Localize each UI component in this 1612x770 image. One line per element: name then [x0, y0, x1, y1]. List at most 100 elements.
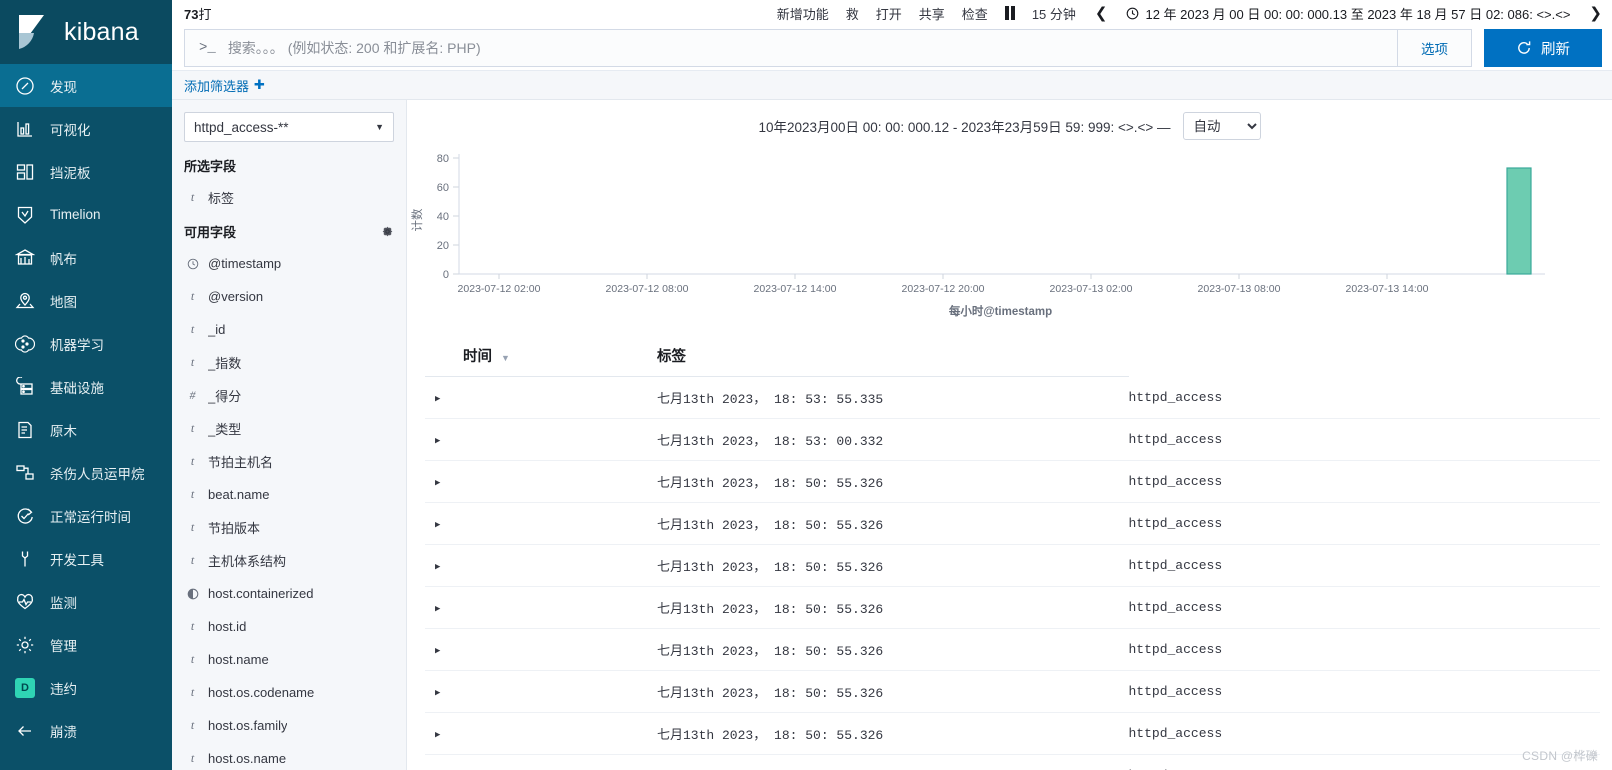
table-row[interactable]: ▶ 七月13th 2023， 18: 53: 00.332 httpd_acce… [425, 418, 1600, 461]
sidebar-item-logs[interactable]: 原木 [0, 408, 172, 451]
expand-cell[interactable]: ▶ [425, 628, 657, 671]
field-item-host-os-codename[interactable]: t host.os.codename [172, 676, 406, 709]
histogram-interval-select[interactable]: 自动 [1182, 112, 1261, 140]
table-row[interactable]: ▶ 七月13th 2023， 18: 50: 55.326 httpd_acce… [425, 670, 1600, 713]
sidebar-item-default-space[interactable]: D 违约 [0, 666, 172, 709]
sidebar-item-collapse[interactable]: 崩溃 [0, 709, 172, 752]
expand-cell[interactable]: ▶ [425, 418, 657, 461]
brand-header[interactable]: kibana [0, 0, 172, 64]
sidebar-item-maps[interactable]: 地图 [0, 279, 172, 322]
field-item-timestamp[interactable]: @timestamp [172, 247, 406, 280]
apm-icon [14, 462, 36, 484]
caret-right-icon[interactable]: ▶ [435, 646, 440, 656]
field-item-score[interactable]: # _得分 [172, 379, 406, 412]
field-item-tags[interactable]: t 标签 [172, 181, 406, 214]
expand-cell[interactable]: ▶ [425, 544, 657, 587]
sidebar-item-apm[interactable]: 杀伤人员运甲烷 [0, 451, 172, 494]
add-filter-button[interactable]: 添加筛选器 ✚ [184, 76, 265, 95]
sidebar-item-dev-tools[interactable]: 开发工具 [0, 537, 172, 580]
kibana-discover-app: kibana 发现 可视化 挡泥板 Timelion 帆布 地图 机器学习 基础… [0, 0, 1612, 770]
caret-right-icon[interactable]: ▶ [435, 730, 440, 740]
column-header-tags[interactable]: 标签 [657, 331, 1129, 377]
string-type-icon: t [190, 652, 195, 666]
kibana-logo-icon [14, 13, 52, 51]
expand-cell[interactable]: ▶ [425, 670, 657, 713]
table-row[interactable]: ▶ 七月13th 2023， 18: 50: 55.326 httpd_acce… [425, 460, 1600, 503]
field-item-host-architecture[interactable]: t 主机体系结构 [172, 544, 406, 577]
sidebar-item-machine-learning[interactable]: 机器学习 [0, 322, 172, 365]
table-row[interactable]: ▶ 七月13th 2023， 18: 50: 55.326 httpd_acce… [425, 502, 1600, 545]
table-row[interactable]: ▶ 七月13th 2023， 18: 50: 55.326 httpd_acce… [425, 586, 1600, 629]
index-pattern-value: httpd_access-** [194, 119, 289, 135]
field-item-host-name[interactable]: t host.name [172, 643, 406, 676]
sidebar-item-discover[interactable]: 发现 [0, 64, 172, 107]
field-item-host-id[interactable]: t host.id [172, 610, 406, 643]
expand-cell[interactable]: ▶ [425, 376, 657, 419]
field-item-beat-name[interactable]: t beat.name [172, 478, 406, 511]
caret-right-icon[interactable]: ▶ [435, 478, 440, 488]
histogram-bar[interactable] [1506, 167, 1532, 275]
field-item-host-os-family[interactable]: t host.os.family [172, 709, 406, 742]
field-item-beat-hostname[interactable]: t 节拍主机名 [172, 445, 406, 478]
cell-tags: httpd_access [1128, 670, 1600, 713]
menu-item-new[interactable]: 新增功能 [777, 4, 829, 23]
space-badge-letter: D [15, 677, 35, 698]
pause-icon[interactable] [1004, 6, 1015, 20]
caret-right-icon[interactable]: ▶ [435, 604, 440, 614]
caret-right-icon[interactable]: ▶ [435, 436, 440, 446]
column-header-time[interactable]: 时间 ▼ [425, 331, 657, 377]
histogram-chart[interactable]: 80 60 40 20 0 计数 2023-07-12 02:00 2023-0… [407, 146, 1612, 331]
expand-cell[interactable]: ▶ [425, 502, 657, 545]
chevron-right-icon[interactable]: ❯ [1587, 4, 1604, 22]
query-bar[interactable]: >_ [184, 29, 1398, 67]
table-row[interactable]: ▶ 七月13th 2023， 18: 50: 55.326 httpd_acce… [425, 712, 1600, 755]
table-row[interactable]: ▶ 七月13th 2023， 18: 53: 55.335 httpd_acce… [425, 376, 1600, 419]
table-row[interactable]: ▶ 七月13th 2023， 18: 50: 55.326 httpd_acce… [425, 754, 1600, 770]
add-filter-label: 添加筛选器 [184, 78, 250, 94]
expand-cell[interactable]: ▶ [425, 754, 657, 770]
field-item-host-containerized[interactable]: host.containerized [172, 577, 406, 610]
uptime-icon [14, 505, 36, 527]
field-item-id[interactable]: t _id [172, 313, 406, 346]
svg-text:20: 20 [437, 240, 449, 252]
sidebar-item-uptime[interactable]: 正常运行时间 [0, 494, 172, 537]
gear-icon[interactable] [381, 225, 394, 238]
date-range-picker[interactable]: 12 年 2023 月 00 日 00: 00: 000.13 至 2023 年… [1126, 4, 1570, 23]
expand-cell[interactable]: ▶ [425, 460, 657, 503]
menu-item-open[interactable]: 打开 [876, 4, 902, 23]
field-item-version[interactable]: t @version [172, 280, 406, 313]
field-item-host-os-name[interactable]: t host.os.name [172, 742, 406, 770]
chevron-left-icon[interactable]: ❮ [1093, 4, 1110, 22]
refresh-interval-label[interactable]: 15 分钟 [1032, 4, 1076, 23]
bar-chart-icon [14, 118, 36, 140]
sort-down-icon[interactable]: ▼ [501, 353, 510, 363]
search-input[interactable] [225, 39, 1383, 57]
index-pattern-select[interactable]: httpd_access-** ▼ [184, 112, 394, 142]
svg-text:60: 60 [437, 182, 449, 194]
field-item-type[interactable]: t _类型 [172, 412, 406, 445]
menu-item-inspect[interactable]: 检查 [962, 4, 988, 23]
caret-right-icon[interactable]: ▶ [435, 520, 440, 530]
table-row[interactable]: ▶ 七月13th 2023， 18: 50: 55.326 httpd_acce… [425, 544, 1600, 587]
expand-cell[interactable]: ▶ [425, 586, 657, 629]
refresh-button[interactable]: 刷新 [1484, 29, 1602, 67]
expand-cell[interactable]: ▶ [425, 712, 657, 755]
caret-right-icon[interactable]: ▶ [435, 688, 440, 698]
caret-right-icon[interactable]: ▶ [435, 562, 440, 572]
sidebar-item-canvas[interactable]: 帆布 [0, 236, 172, 279]
menu-item-share[interactable]: 共享 [919, 4, 945, 23]
documents-table-wrapper[interactable]: 时间 ▼ 标签 ▶ 七月13th 2023， 18: 53: 55.335 ht… [407, 331, 1612, 770]
sidebar-item-timelion[interactable]: Timelion [0, 193, 172, 236]
table-row[interactable]: ▶ 七月13th 2023， 18: 50: 55.326 httpd_acce… [425, 628, 1600, 671]
sidebar-item-visualize[interactable]: 可视化 [0, 107, 172, 150]
options-button[interactable]: 选项 [1398, 29, 1472, 67]
sidebar-item-dashboard[interactable]: 挡泥板 [0, 150, 172, 193]
field-item-beat-version[interactable]: t 节拍版本 [172, 511, 406, 544]
caret-right-icon[interactable]: ▶ [435, 394, 440, 404]
menu-item-save[interactable]: 救 [846, 4, 859, 23]
machine-learning-icon [14, 333, 36, 355]
sidebar-item-monitoring[interactable]: 监测 [0, 580, 172, 623]
field-item-index[interactable]: t _指数 [172, 346, 406, 379]
sidebar-item-management[interactable]: 管理 [0, 623, 172, 666]
sidebar-item-infrastructure[interactable]: 基础设施 [0, 365, 172, 408]
